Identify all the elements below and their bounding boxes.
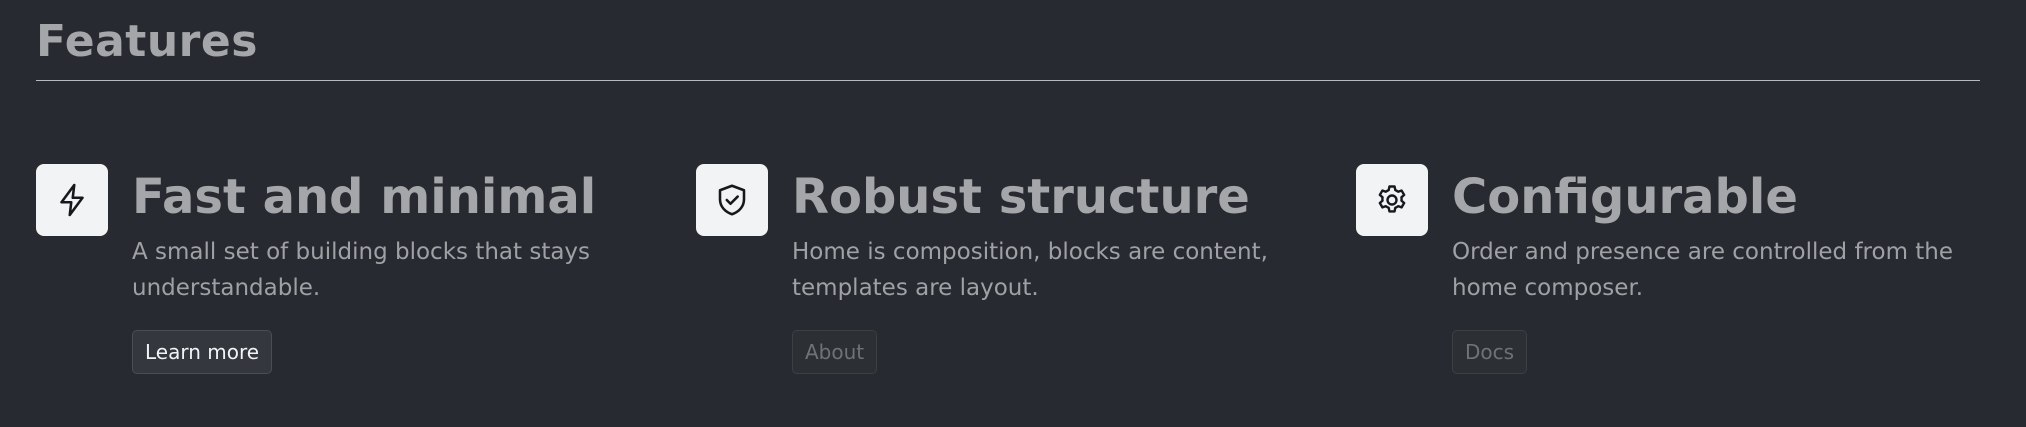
- section-divider: [36, 80, 1980, 81]
- shield-check-icon: [718, 184, 746, 216]
- feature-card-robust: Robust structure Home is composition, bl…: [696, 164, 1336, 394]
- feature-icon-tile: [1356, 164, 1428, 236]
- feature-title: Robust structure: [792, 169, 1250, 225]
- feature-description: Order and presence are controlled from t…: [1452, 239, 1954, 301]
- feature-title: Configurable: [1452, 169, 1798, 225]
- feature-description: A small set of building blocks that stay…: [132, 239, 591, 301]
- docs-button[interactable]: Docs: [1452, 330, 1528, 374]
- learn-more-button[interactable]: Learn more: [132, 330, 273, 374]
- gear-icon: [1378, 185, 1406, 213]
- lightning-icon: [60, 183, 84, 217]
- feature-card-configurable: Configurable Order and presence are cont…: [1356, 164, 1996, 394]
- feature-icon-tile: [696, 164, 768, 236]
- section-title: Features: [36, 16, 258, 67]
- feature-icon-tile: [36, 164, 108, 236]
- feature-card-fast: Fast and minimal A small set of building…: [36, 164, 676, 394]
- feature-description: Home is composition, blocks are content,…: [792, 239, 1268, 301]
- about-button[interactable]: About: [792, 330, 878, 374]
- feature-title: Fast and minimal: [132, 169, 597, 225]
